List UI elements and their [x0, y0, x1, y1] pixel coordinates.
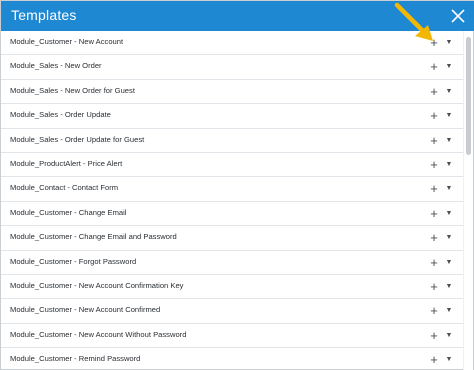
template-row[interactable]: Module_Sales - New Order + ▼	[1, 55, 465, 80]
template-label: Module_Customer - Forgot Password	[10, 256, 137, 266]
template-label: Module_Customer - Remind Password	[10, 354, 141, 364]
template-row[interactable]: Module_Sales - New Order for Guest + ▼	[1, 80, 465, 105]
caret-down-icon[interactable]: ▼	[444, 280, 454, 294]
caret-down-icon[interactable]: ▼	[444, 158, 454, 172]
template-row[interactable]: Module_Customer - New Account Confirmati…	[1, 275, 465, 300]
dialog-title: Templates	[11, 7, 77, 23]
template-label: Module_Customer - New Account Confirmed	[10, 305, 161, 315]
template-row[interactable]: Module_Sales - Order Update + ▼	[1, 104, 465, 129]
template-label: Module_Customer - New Account Confirmati…	[10, 280, 184, 290]
template-row[interactable]: Module_Customer - Change Email and Passw…	[1, 226, 465, 251]
template-label: Module_Sales - New Order for Guest	[10, 85, 135, 95]
template-row[interactable]: Module_Sales - Order Update for Guest + ▼	[1, 129, 465, 153]
plus-icon[interactable]: +	[427, 302, 441, 320]
template-label: Module_Customer - Change Email	[10, 207, 127, 217]
templates-dialog: Templates Module_Customer - New Account +…	[0, 0, 474, 370]
caret-down-icon[interactable]: ▼	[444, 109, 454, 123]
caret-down-icon[interactable]: ▼	[444, 36, 454, 50]
plus-icon[interactable]: +	[427, 278, 441, 296]
caret-down-icon[interactable]: ▼	[444, 256, 454, 270]
plus-icon[interactable]: +	[427, 351, 441, 369]
caret-down-icon[interactable]: ▼	[444, 60, 454, 74]
template-list: Module_Customer - New Account + ▼ Module_Sa…	[1, 31, 465, 370]
template-label: Module_Contact - Contact Form	[10, 183, 119, 193]
template-row[interactable]: Module_Customer - Remind Password + ▼	[1, 348, 465, 370]
template-row[interactable]: Module_Contact - Contact Form + ▼	[1, 177, 465, 202]
template-label: Module_Sales - Order Update for Guest	[10, 134, 145, 144]
template-label: Module_Customer - New Account	[10, 37, 124, 46]
plus-icon[interactable]: +	[427, 34, 441, 52]
dialog-header: Templates	[1, 1, 474, 31]
caret-down-icon[interactable]: ▼	[444, 134, 454, 148]
caret-down-icon[interactable]: ▼	[444, 304, 454, 318]
caret-down-icon[interactable]: ▼	[444, 329, 454, 343]
plus-icon[interactable]: +	[427, 83, 441, 101]
caret-down-icon[interactable]: ▼	[444, 85, 454, 99]
template-label: Module_Customer - Change Email and Passw…	[10, 232, 177, 242]
plus-icon[interactable]: +	[427, 107, 441, 125]
scrollbar[interactable]	[463, 31, 473, 370]
template-label: Module_Sales - Order Update	[10, 110, 111, 120]
scrollbar-thumb[interactable]	[466, 37, 471, 155]
plus-icon[interactable]: +	[427, 58, 441, 76]
plus-icon[interactable]: +	[427, 132, 441, 150]
template-label: Module_Sales - New Order	[10, 61, 102, 71]
caret-down-icon[interactable]: ▼	[444, 182, 454, 196]
plus-icon[interactable]: +	[427, 180, 441, 198]
template-label: Module_ProductAlert - Price Alert	[10, 158, 123, 168]
template-row[interactable]: Module_Customer - New Account Without Pa…	[1, 324, 465, 349]
caret-down-icon[interactable]: ▼	[444, 231, 454, 245]
template-row[interactable]: Module_ProductAlert - Price Alert + ▼	[1, 153, 465, 178]
plus-icon[interactable]: +	[427, 254, 441, 272]
plus-icon[interactable]: +	[427, 156, 441, 174]
caret-down-icon[interactable]: ▼	[444, 353, 454, 367]
plus-icon[interactable]: +	[427, 205, 441, 223]
template-row[interactable]: Module_Customer - New Account Confirmed +…	[1, 299, 465, 324]
close-icon[interactable]	[447, 5, 469, 27]
template-label: Module_Customer - New Account Without Pa…	[10, 329, 187, 339]
plus-icon[interactable]: +	[427, 327, 441, 345]
template-row[interactable]: Module_Customer - Change Email + ▼	[1, 202, 465, 227]
template-row[interactable]: Module_Customer - New Account + ▼	[1, 31, 465, 56]
plus-icon[interactable]: +	[427, 229, 441, 247]
template-row[interactable]: Module_Customer - Forgot Password + ▼	[1, 251, 465, 275]
caret-down-icon[interactable]: ▼	[444, 207, 454, 221]
